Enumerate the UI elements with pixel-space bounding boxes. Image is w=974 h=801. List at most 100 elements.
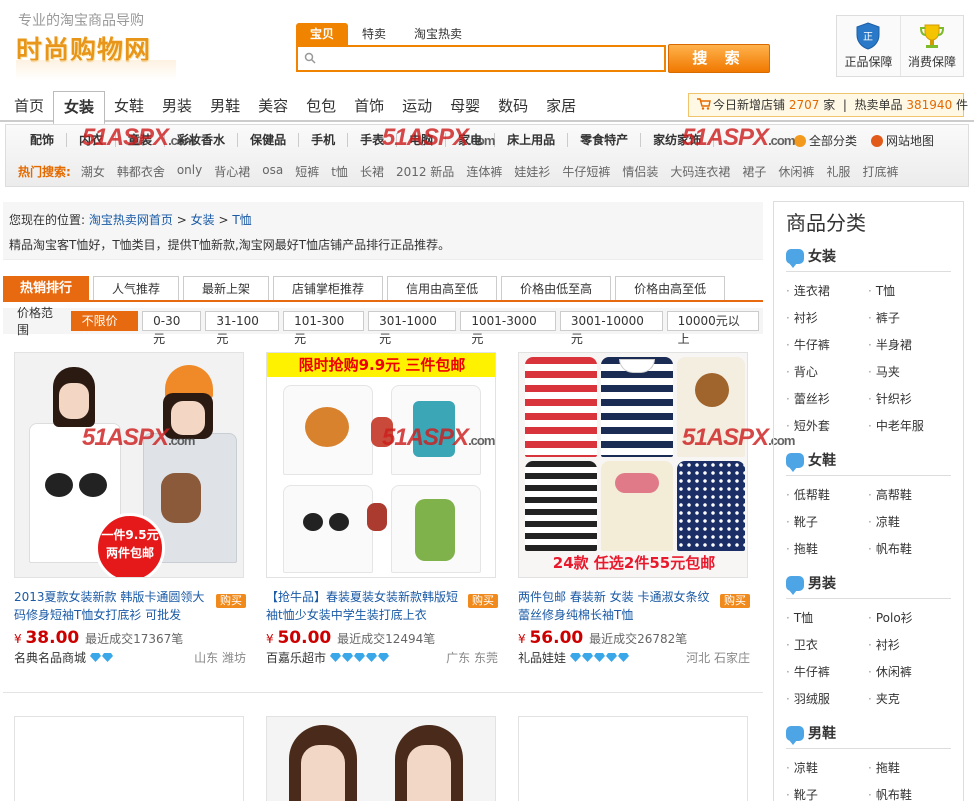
sidebar-item[interactable]: 靴子 — [786, 509, 868, 536]
cat-kids[interactable]: 童装 — [116, 133, 166, 147]
cat-computers[interactable]: 电脑 — [397, 133, 447, 147]
sidebar-item[interactable]: 帆布鞋 — [868, 782, 950, 801]
cat-health[interactable]: 保健品 — [238, 133, 300, 147]
hot-search-item[interactable]: 牛仔短裤 — [562, 163, 610, 180]
sidebar-item[interactable]: 夹克 — [868, 686, 950, 713]
breadcrumb-womens[interactable]: 女装 — [191, 213, 215, 227]
product-image[interactable] — [518, 716, 748, 801]
nav-item-mens-shoes[interactable]: 男鞋 — [201, 90, 249, 122]
badge-genuine[interactable]: 正 正品保障 — [837, 16, 900, 76]
search-tab-hot[interactable]: 淘宝热卖 — [400, 23, 476, 45]
cat-phones[interactable]: 手机 — [299, 133, 349, 147]
hot-search-item[interactable]: 打底裤 — [862, 163, 898, 180]
price-option[interactable]: 301-1000元 — [368, 311, 457, 346]
price-option[interactable]: 101-300元 — [283, 311, 365, 346]
sidebar-item[interactable]: 裤子 — [868, 305, 950, 332]
sidebar-group-title[interactable]: 女鞋 — [808, 446, 836, 476]
sidebar-item[interactable]: 马夹 — [868, 359, 950, 386]
badge-consumer[interactable]: 消费保障 — [899, 16, 963, 76]
price-option-any[interactable]: 不限价格 — [70, 311, 139, 346]
sidebar-item[interactable]: T恤 — [868, 278, 950, 305]
hot-search-item[interactable]: 休闲裤 — [778, 163, 814, 180]
sidebar-item[interactable]: 拖鞋 — [786, 536, 868, 563]
breadcrumb-home[interactable]: 淘宝热卖网首页 — [89, 213, 173, 227]
hot-search-item[interactable]: 礼服 — [826, 163, 850, 180]
hot-search-item[interactable]: 情侣装 — [622, 163, 658, 180]
product-title[interactable]: 两件包邮 春装新 女装 卡通淑女条纹蕾丝修身纯棉长袖T恤 购买 — [518, 588, 750, 624]
sidebar-item[interactable]: 卫衣 — [786, 632, 868, 659]
product-image[interactable]: 限时抢购9.9元 三件包邮 — [266, 352, 496, 578]
sidebar-item[interactable]: 凉鞋 — [868, 509, 950, 536]
product-title-text[interactable]: 两件包邮 春装新 女装 卡通淑女条纹蕾丝修身纯棉长袖T恤 — [518, 590, 709, 622]
sidebar-item[interactable]: 靴子 — [786, 782, 868, 801]
shop-name[interactable]: 礼品娃娃 — [518, 649, 566, 666]
nav-item-baby[interactable]: 母婴 — [441, 90, 489, 122]
tab-price-desc[interactable]: 价格由高至低 — [615, 276, 726, 300]
sidebar-group-title[interactable]: 女装 — [808, 242, 836, 272]
sidebar-item[interactable]: 短外套 — [786, 413, 868, 440]
cat-textiles[interactable]: 家纺家饰 — [641, 133, 715, 147]
product-image[interactable]: 一件9.5元 两件包邮 — [14, 352, 244, 578]
sidebar-item[interactable]: 拖鞋 — [868, 755, 950, 782]
tab-newest[interactable]: 最新上架 — [183, 276, 270, 300]
price-option[interactable]: 31-100元 — [205, 311, 280, 346]
sidebar-item[interactable]: 衬衫 — [786, 305, 868, 332]
sidebar-item[interactable]: 针织衫 — [868, 386, 950, 413]
hot-search-item[interactable]: 裙子 — [742, 163, 766, 180]
hot-search-item[interactable]: 潮女 — [81, 163, 105, 180]
search-tab-temai[interactable]: 特卖 — [348, 23, 400, 45]
sidebar-item[interactable]: 低帮鞋 — [786, 482, 868, 509]
hot-search-item[interactable]: 背心裙 — [214, 163, 250, 180]
nav-item-womens-shoes[interactable]: 女鞋 — [105, 90, 153, 122]
breadcrumb-tshirt[interactable]: T恤 — [232, 213, 251, 227]
price-option[interactable]: 1001-3000元 — [460, 311, 556, 346]
product-title-text[interactable]: 2013夏款女装新款 韩版卡通圆领大码修身短袖T恤女打底衫 可批发 — [14, 590, 204, 622]
cat-watches[interactable]: 手表 — [348, 133, 398, 147]
nav-item-beauty[interactable]: 美容 — [249, 90, 297, 122]
nav-item-home[interactable]: 首页 — [5, 90, 53, 122]
product-title[interactable]: 2013夏款女装新款 韩版卡通圆领大码修身短袖T恤女打底衫 可批发 购买 — [14, 588, 246, 624]
hot-search-item[interactable]: 大码连衣裙 — [670, 163, 730, 180]
sidebar-item[interactable]: 休闲裤 — [868, 659, 950, 686]
price-option[interactable]: 10000元以上 — [666, 311, 759, 346]
hot-search-item[interactable]: 娃娃衫 — [514, 163, 550, 180]
link-site-map[interactable]: 网站地图 — [871, 132, 934, 149]
nav-item-jewelry[interactable]: 首饰 — [345, 90, 393, 122]
tab-best-selling[interactable]: 热销排行 — [3, 276, 90, 300]
shop-name[interactable]: 百嘉乐超市 — [266, 649, 326, 666]
buy-button[interactable]: 购买 — [720, 594, 750, 608]
nav-item-womens[interactable]: 女装 — [53, 91, 106, 125]
nav-item-bags[interactable]: 包包 — [297, 90, 345, 122]
tab-price-asc[interactable]: 价格由低至高 — [501, 276, 612, 300]
hot-search-item[interactable]: 短裤 — [295, 163, 319, 180]
sidebar-item[interactable]: 牛仔裤 — [786, 332, 868, 359]
cat-underwear[interactable]: 内衣 — [67, 133, 117, 147]
sidebar-item[interactable]: 蕾丝衫 — [786, 386, 868, 413]
sidebar-item[interactable]: 高帮鞋 — [868, 482, 950, 509]
nav-item-digital[interactable]: 数码 — [489, 90, 537, 122]
sidebar-group-title[interactable]: 男鞋 — [808, 719, 836, 749]
search-tab-baobei[interactable]: 宝贝 — [296, 23, 349, 45]
cat-cosmetics[interactable]: 彩妆香水 — [165, 133, 239, 147]
cat-appliances[interactable]: 家电 — [446, 133, 496, 147]
hot-search-item[interactable]: osa — [262, 163, 283, 180]
sidebar-item[interactable]: 羽绒服 — [786, 686, 868, 713]
cat-snacks[interactable]: 零食特产 — [568, 133, 642, 147]
sidebar-item[interactable]: 中老年服 — [868, 413, 950, 440]
product-image[interactable] — [14, 716, 244, 801]
cat-bedding[interactable]: 床上用品 — [495, 133, 569, 147]
product-title[interactable]: 【抢牛品】春装夏装女装新款韩版短袖t恤少女装中学生装打底上衣 购买 — [266, 588, 498, 624]
hot-search-item[interactable]: only — [177, 163, 202, 180]
sidebar-item[interactable]: 衬衫 — [868, 632, 950, 659]
nav-item-home-goods[interactable]: 家居 — [537, 90, 585, 122]
nav-item-sports[interactable]: 运动 — [393, 90, 441, 122]
sidebar-item[interactable]: 凉鞋 — [786, 755, 868, 782]
sidebar-item[interactable]: 背心 — [786, 359, 868, 386]
price-option[interactable]: 3001-10000元 — [559, 311, 663, 346]
hot-search-item[interactable]: t恤 — [331, 163, 348, 180]
tab-shop-recommend[interactable]: 店铺掌柜推荐 — [273, 276, 384, 300]
hot-search-item[interactable]: 长裙 — [360, 163, 384, 180]
tab-popular[interactable]: 人气推荐 — [93, 276, 180, 300]
nav-item-mens[interactable]: 男装 — [153, 90, 201, 122]
tab-credit-desc[interactable]: 信用由高至低 — [387, 276, 498, 300]
